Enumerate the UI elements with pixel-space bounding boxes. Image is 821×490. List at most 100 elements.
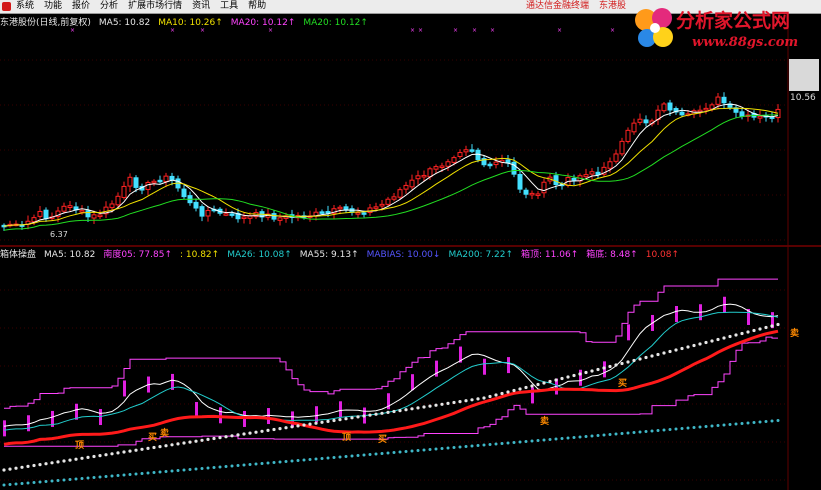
- dot-trend-1: [584, 370, 588, 375]
- dot-trend-2: [170, 469, 174, 473]
- stock-chart[interactable]: × × × × × × × × × × ×顶买顶买卖买卖卖: [0, 0, 821, 490]
- dot-trend-1: [512, 388, 516, 393]
- dot-trend-2: [212, 466, 216, 469]
- dot-trend-1: [140, 447, 144, 451]
- dot-trend-2: [494, 442, 498, 446]
- dot-trend-2: [266, 461, 270, 465]
- dot-trend-1: [728, 334, 732, 339]
- candle-body: [181, 188, 187, 198]
- dot-trend-2: [278, 460, 282, 464]
- dot-trend-1: [752, 328, 756, 333]
- signal-mark: ×: [418, 27, 423, 34]
- ma10-line: [3, 107, 779, 227]
- dot-trend-2: [140, 472, 144, 475]
- dot-trend-2: [230, 464, 234, 468]
- candle-body: [661, 103, 667, 112]
- dot-trend-2: [530, 439, 534, 443]
- dot-trend-1: [548, 379, 552, 384]
- dot-trend-2: [752, 421, 756, 424]
- dot-trend-2: [134, 472, 138, 476]
- dot-trend-2: [764, 420, 768, 423]
- dot-trend-1: [146, 446, 150, 450]
- dot-trend-2: [248, 463, 252, 466]
- dot-trend-1: [14, 466, 18, 470]
- candle-body: [361, 212, 367, 215]
- candle-body: [379, 203, 385, 207]
- dot-trend-2: [218, 465, 222, 469]
- candle-body: [325, 211, 331, 214]
- dot-trend-1: [440, 402, 444, 406]
- dot-trend-1: [134, 448, 138, 452]
- dot-trend-1: [122, 450, 126, 454]
- dot-trend-2: [422, 448, 426, 452]
- candle-body: [451, 157, 457, 163]
- dot-trend-2: [452, 446, 456, 449]
- dot-trend-1: [380, 411, 384, 415]
- signal-mark: ×: [472, 27, 477, 34]
- dot-trend-1: [650, 354, 654, 358]
- dot-trend-2: [242, 463, 246, 467]
- candle-body: [229, 213, 235, 216]
- dot-trend-2: [2, 483, 6, 487]
- dot-trend-1: [590, 369, 594, 373]
- dot-trend-1: [734, 333, 738, 337]
- dot-trend-1: [362, 414, 366, 418]
- volume-pulse-bar: [123, 380, 126, 397]
- dot-trend-2: [410, 449, 414, 453]
- dot-trend-1: [68, 458, 72, 462]
- dot-trend-1: [560, 376, 564, 381]
- dot-trend-1: [500, 391, 504, 396]
- dot-trend-2: [560, 437, 564, 440]
- dot-trend-1: [164, 444, 168, 448]
- dot-trend-2: [536, 439, 540, 442]
- candle-body: [133, 177, 139, 188]
- dot-trend-2: [602, 433, 606, 437]
- dot-trend-2: [704, 425, 708, 428]
- dot-trend-2: [104, 475, 108, 478]
- dot-trend-2: [302, 458, 306, 462]
- dot-trend-2: [680, 427, 684, 430]
- dot-trend-1: [194, 439, 198, 443]
- candle-body: [385, 198, 391, 205]
- candle-body: [421, 174, 427, 178]
- dot-trend-2: [674, 427, 678, 431]
- dot-trend-2: [152, 471, 156, 474]
- dot-trend-1: [302, 423, 306, 427]
- volume-pulse-bar: [579, 369, 582, 386]
- candle-body: [193, 201, 199, 209]
- price-label: 10.56: [790, 93, 816, 103]
- dot-trend-1: [212, 436, 216, 441]
- dot-trend-1: [506, 390, 510, 394]
- dot-trend-1: [398, 409, 402, 413]
- dot-trend-1: [236, 433, 240, 437]
- dot-trend-1: [110, 452, 114, 456]
- dot-trend-2: [554, 437, 558, 441]
- dot-trend-2: [440, 447, 444, 450]
- candle-body: [271, 213, 277, 220]
- dot-trend-1: [632, 358, 636, 363]
- signal-label: 买: [618, 378, 627, 389]
- dot-trend-1: [356, 415, 360, 419]
- ma20-line: [3, 114, 778, 231]
- signal-label: 卖: [160, 427, 169, 439]
- dot-trend-2: [356, 454, 360, 457]
- dot-trend-2: [380, 452, 384, 455]
- candle-body: [169, 175, 175, 181]
- dot-trend-1: [74, 457, 78, 461]
- dot-trend-2: [386, 451, 390, 455]
- candle-body: [475, 149, 481, 161]
- dot-trend-1: [470, 398, 474, 402]
- dot-trend-2: [542, 438, 546, 442]
- candle-body: [199, 206, 205, 217]
- dot-trend-2: [590, 434, 594, 438]
- dot-trend-2: [524, 440, 528, 443]
- box-top-line: [4, 278, 778, 409]
- dot-trend-2: [644, 430, 648, 433]
- volume-pulse-bar: [3, 420, 6, 437]
- candle-body: [43, 209, 49, 220]
- dot-trend-2: [392, 451, 396, 454]
- dot-trend-2: [596, 434, 600, 437]
- candle-body: [439, 165, 445, 168]
- dot-trend-1: [428, 404, 432, 408]
- dot-trend-1: [638, 357, 642, 361]
